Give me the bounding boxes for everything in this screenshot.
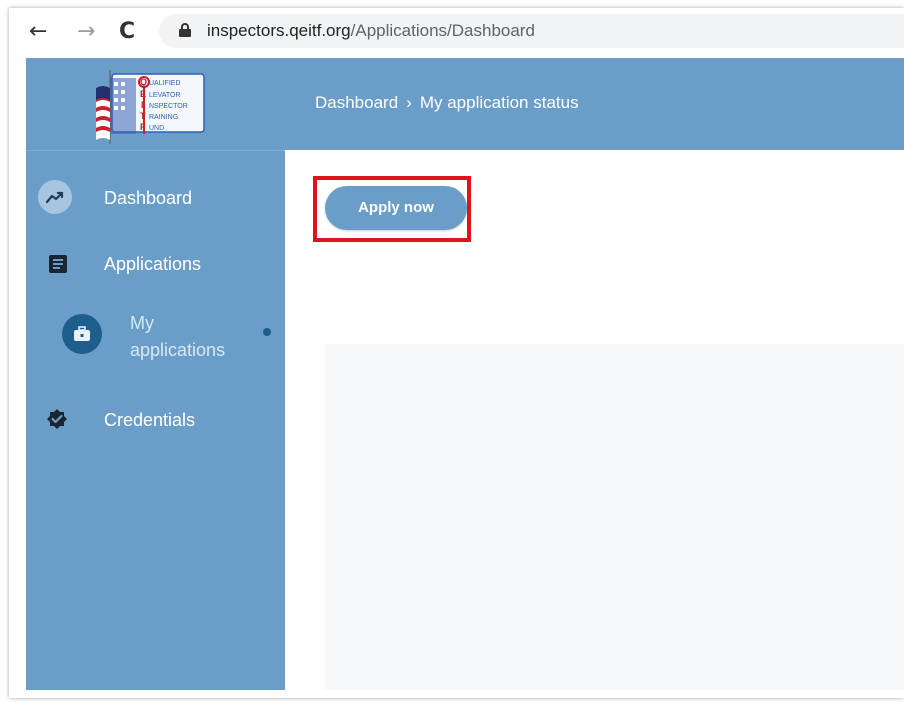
sidebar-item-applications[interactable]: Applications — [26, 242, 285, 286]
logo-initial-e: E — [140, 89, 146, 99]
breadcrumb-current: My application status — [419, 93, 579, 112]
back-arrow-icon[interactable]: ← — [29, 20, 47, 44]
chevron-right-icon: › — [406, 93, 412, 112]
logo-initial-t: T — [140, 111, 146, 121]
forward-arrow-icon[interactable]: → — [77, 20, 95, 44]
logo-initial-q: Q — [140, 77, 147, 87]
logo-initial-i: I — [141, 100, 144, 110]
apply-now-button[interactable]: Apply now — [325, 186, 467, 230]
reload-icon[interactable]: C — [119, 20, 135, 44]
document-icon — [46, 252, 70, 276]
active-indicator-dot — [263, 328, 271, 336]
browser-toolbar: ← → C inspectors.qeitf.org/Applications/… — [9, 8, 904, 56]
trending-up-icon — [38, 180, 72, 214]
page-header: Dashboard › My application status — [285, 58, 904, 150]
lock-icon — [179, 23, 191, 37]
logo-line-5: UND — [149, 125, 164, 132]
sidebar-item-label: Credentials — [104, 410, 196, 430]
sidebar-item-label: Dashboard — [104, 188, 193, 208]
url-host: inspectors.qeitf.org — [207, 21, 351, 40]
verified-badge-icon — [44, 407, 70, 433]
sidebar-item-credentials[interactable]: Credentials — [26, 398, 285, 442]
logo-line-3: NSPECTOR — [149, 103, 188, 110]
url-path: /Applications/Dashboard — [350, 21, 535, 40]
sidebar-item-my-applications[interactable]: My applications — [26, 298, 285, 368]
sidebar-item-label: Applications — [104, 254, 202, 274]
briefcase-icon — [62, 314, 102, 354]
content-panel — [325, 344, 904, 690]
address-bar[interactable]: inspectors.qeitf.org/Applications/Dashbo… — [159, 14, 904, 48]
sidebar-item-dashboard[interactable]: Dashboard — [26, 176, 285, 220]
logo-line-1: UALIFIED — [149, 80, 181, 87]
breadcrumb-dashboard[interactable]: Dashboard — [315, 92, 398, 114]
url-text[interactable]: inspectors.qeitf.org/Applications/Dashbo… — [207, 21, 535, 41]
logo-area: Q E I T F UALIFIED LEVATOR NSPECTOR RAIN… — [26, 58, 285, 151]
logo-line-4: RAINING — [149, 114, 178, 121]
app-window: ← → C inspectors.qeitf.org/Applications/… — [9, 8, 904, 698]
breadcrumb: Dashboard › My application status — [315, 92, 579, 114]
qeitf-logo[interactable]: Q E I T F UALIFIED LEVATOR NSPECTOR RAIN… — [90, 68, 206, 144]
sidebar-item-label: My applications — [130, 313, 226, 360]
logo-line-2: LEVATOR — [149, 92, 181, 99]
sidebar: Q E I T F UALIFIED LEVATOR NSPECTOR RAIN… — [26, 58, 285, 690]
main-content: Apply now — [285, 150, 904, 690]
logo-initial-f: F — [140, 122, 146, 132]
